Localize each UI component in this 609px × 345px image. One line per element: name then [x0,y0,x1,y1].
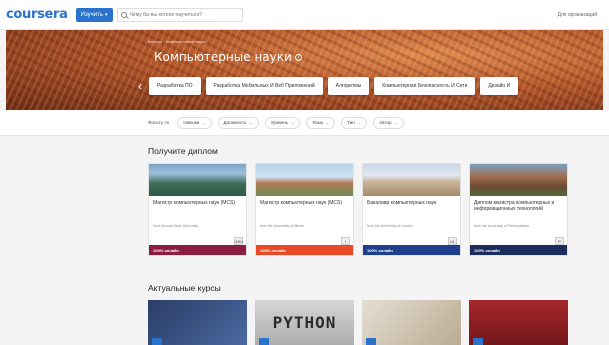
degree-card[interactable]: Бакалавр компьютерных наук from the Univ… [362,163,461,256]
chip-design[interactable]: Дизайн И [480,77,519,95]
chevron-left-icon[interactable]: ‹ [138,78,146,94]
filter-bar: Фильтр по Навыки ⌄ Должность ⌄ Уровень ⌄ Яз… [0,110,609,136]
search-box[interactable] [116,7,243,22]
search-icon [120,11,127,18]
degree-card[interactable]: Магистр компьютерных наук (MCS) from the… [255,163,354,256]
filter-job-label: Должность [223,120,247,125]
course-logo-icon [259,338,269,345]
page: coursera Изучить ▾ Для организаций Катал… [0,0,609,345]
degree-card-footer: 100% онлайн [256,245,353,255]
courses-section-title: Актуальные курсы [148,283,221,293]
university-logo: ASU [234,237,244,245]
degree-card-university: from the University of Illinois [260,224,304,228]
degree-card-university: from the University of London [367,224,413,228]
degree-cards: Магистр компьютерных наук (MCS) from Ari… [148,163,568,256]
subcategory-chips: Разработка ПО Разработка Мобильных И Веб… [149,77,519,95]
degree-card-university: from the University of Pennsylvania [474,224,529,228]
chip-security-networks[interactable]: Компьютерная Безопасность И Сети [374,77,476,95]
filter-label: Фильтр по [148,120,170,125]
page-title-text: Компьютерные науки [154,50,292,64]
chevron-down-icon: ⌄ [249,120,253,125]
course-image-text: PYTHON [272,312,337,332]
top-navigation: coursera Изучить ▾ Для организаций [0,0,609,30]
chevron-down-icon: ⌄ [325,120,330,125]
course-card[interactable] [148,300,247,345]
degree-card-title: Магистр компьютерных наук (MCS) [260,200,343,206]
degree-card-image [256,164,353,196]
explore-button[interactable]: Изучить ▾ [75,7,113,22]
chevron-down-icon: ⌄ [357,120,362,125]
filter-type[interactable]: Тип ⌄ [341,116,368,129]
filter-type-label: Тип [347,120,355,125]
degree-card-title: Диплом магистра компьютерных и информаци… [474,200,555,212]
degree-card-title: Бакалавр компьютерных наук [367,200,437,206]
chip-algorithms[interactable]: Алгоритмы [327,77,370,95]
course-card[interactable] [362,300,461,345]
chip-software-dev[interactable]: Разработка ПО [149,77,201,95]
business-link[interactable]: Для организаций [557,12,597,18]
course-logo-icon [152,338,162,345]
course-cards: PYTHON [148,300,568,345]
chevron-down-icon: ⌄ [291,120,295,125]
chevron-down-icon: ⌄ [202,120,206,125]
degree-card[interactable]: Диплом магистра компьютерных и информаци… [469,163,568,256]
filter-level[interactable]: Уровень ⌄ [264,116,301,129]
degree-card-title: Магистр компьютерных наук (MCS) [153,200,236,206]
degree-card-image [149,164,246,196]
degree-card-university: from Arizona State University [153,224,199,228]
course-logo-icon [473,338,483,345]
course-card[interactable]: PYTHON [255,300,354,345]
filter-job[interactable]: Должность ⌄ [217,116,259,129]
filter-language[interactable]: Язык ⌄ [306,116,336,129]
degree-card-footer: 100% онлайн [149,245,246,255]
degree-card-footer: 100% онлайн [470,245,567,255]
filter-level-label: Уровень [270,120,289,125]
course-logo-icon [366,338,376,345]
degree-card-footer: 100% онлайн [363,245,460,255]
filter-author-label: Автор [379,120,392,125]
chip-mobile-web-dev[interactable]: Разработка Мобильных И Веб Приложений [205,77,323,95]
chevron-down-icon: ▾ [105,11,108,18]
info-icon[interactable]: i [294,54,302,61]
search-input[interactable] [129,11,239,18]
filter-author[interactable]: Автор ⌄ [373,116,404,129]
filter-language-label: Язык [312,120,323,125]
degrees-section-title: Получите диплом [148,146,218,156]
hero-banner: Каталог › Компьютерные науки Компьютерны… [6,30,603,110]
filter-skills[interactable]: Навыки ⌄ [177,116,212,129]
page-title: Компьютерные науки i [154,50,302,64]
university-logo: I [341,237,350,245]
university-logo: UL [448,237,457,245]
chevron-down-icon: ⌄ [394,120,398,125]
degree-card[interactable]: Магистр компьютерных наук (MCS) from Ari… [148,163,247,256]
coursera-logo[interactable]: coursera [6,7,68,22]
filter-skills-label: Навыки [183,120,200,125]
explore-label: Изучить [80,11,104,18]
university-logo: P [555,237,564,245]
breadcrumb[interactable]: Каталог › Компьютерные науки [148,39,206,44]
degree-card-image [363,164,460,196]
course-card[interactable] [469,300,568,345]
degree-card-image [470,164,567,196]
